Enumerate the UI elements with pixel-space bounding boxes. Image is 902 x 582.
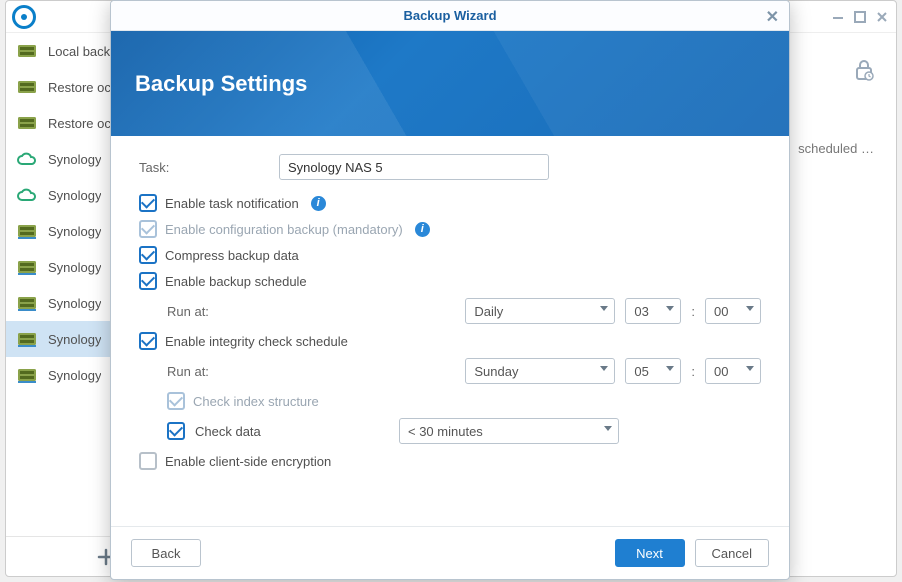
server-icon <box>16 115 38 131</box>
compress-label: Compress backup data <box>165 248 299 263</box>
cancel-button[interactable]: Cancel <box>695 539 769 567</box>
sidebar-item-label: Synology <box>48 296 101 311</box>
task-name-input[interactable] <box>279 154 549 180</box>
dialog-titlebar: Backup Wizard ✕ <box>111 1 789 31</box>
main-status-text: scheduled … <box>798 141 874 156</box>
window-maximize-icon[interactable] <box>854 11 866 23</box>
nas-icon <box>16 223 38 239</box>
time-colon: : <box>691 364 695 379</box>
chevron-down-icon <box>600 366 608 371</box>
enable-config-backup-checkbox <box>139 220 157 238</box>
enable-integrity-label: Enable integrity check schedule <box>165 334 348 349</box>
compress-checkbox[interactable] <box>139 246 157 264</box>
dialog-header-title: Backup Settings <box>135 71 307 97</box>
backup-hour-select[interactable]: 03 <box>625 298 681 324</box>
window-close-icon[interactable] <box>876 11 888 23</box>
info-icon[interactable]: i <box>415 222 430 237</box>
check-data-checkbox[interactable] <box>167 422 185 440</box>
enable-notification-checkbox[interactable] <box>139 194 157 212</box>
chevron-down-icon <box>746 366 754 371</box>
server-icon <box>16 79 38 95</box>
integrity-hour-select[interactable]: 05 <box>625 358 681 384</box>
dialog-close-icon[interactable]: ✕ <box>766 7 779 27</box>
sidebar-item-label: Synology <box>48 188 101 203</box>
dialog-title: Backup Wizard <box>403 8 496 23</box>
nas-icon <box>16 295 38 311</box>
chevron-down-icon <box>746 306 754 311</box>
sidebar-item-label: Synology <box>48 224 101 239</box>
chevron-down-icon <box>666 366 674 371</box>
sidebar-item-label: Synology <box>48 260 101 275</box>
sidebar-item-label: Synology <box>48 152 101 167</box>
enable-notification-label: Enable task notification <box>165 196 299 211</box>
time-colon: : <box>691 304 695 319</box>
backup-run-at-label: Run at: <box>167 304 257 319</box>
integrity-minute-select[interactable]: 00 <box>705 358 761 384</box>
task-label: Task: <box>139 160 279 175</box>
enable-backup-schedule-label: Enable backup schedule <box>165 274 307 289</box>
chevron-down-icon <box>600 306 608 311</box>
cloud-icon <box>16 187 38 203</box>
backup-wizard-dialog: Backup Wizard ✕ Backup Settings Task: En… <box>110 0 790 580</box>
chevron-down-icon <box>604 426 612 431</box>
nas-icon <box>16 331 38 347</box>
enable-config-backup-label: Enable configuration backup (mandatory) <box>165 222 403 237</box>
backup-frequency-select[interactable]: Daily <box>465 298 615 324</box>
check-index-checkbox <box>167 392 185 410</box>
window-minimize-icon[interactable] <box>832 11 844 23</box>
sidebar-item-label: Synology <box>48 332 101 347</box>
chevron-down-icon <box>666 306 674 311</box>
dialog-body: Task: Enable task notification i Enable … <box>111 136 789 526</box>
cloud-icon <box>16 151 38 167</box>
nas-icon <box>16 367 38 383</box>
back-button[interactable]: Back <box>131 539 201 567</box>
integrity-frequency-select[interactable]: Sunday <box>465 358 615 384</box>
nas-icon <box>16 259 38 275</box>
check-data-duration-select[interactable]: < 30 minutes <box>399 418 619 444</box>
sidebar-item-label: Synology <box>48 368 101 383</box>
dialog-header: Backup Settings <box>111 31 789 136</box>
app-logo-icon <box>12 5 36 29</box>
integrity-run-at-label: Run at: <box>167 364 257 379</box>
backup-minute-select[interactable]: 00 <box>705 298 761 324</box>
dialog-footer: Back Next Cancel <box>111 526 789 579</box>
enable-integrity-checkbox[interactable] <box>139 332 157 350</box>
lock-icon[interactable] <box>854 59 874 81</box>
server-icon <box>16 43 38 59</box>
enable-encryption-label: Enable client-side encryption <box>165 454 331 469</box>
next-button[interactable]: Next <box>615 539 685 567</box>
check-index-label: Check index structure <box>193 394 319 409</box>
enable-backup-schedule-checkbox[interactable] <box>139 272 157 290</box>
enable-encryption-checkbox[interactable] <box>139 452 157 470</box>
check-data-label: Check data <box>195 424 285 439</box>
info-icon[interactable]: i <box>311 196 326 211</box>
